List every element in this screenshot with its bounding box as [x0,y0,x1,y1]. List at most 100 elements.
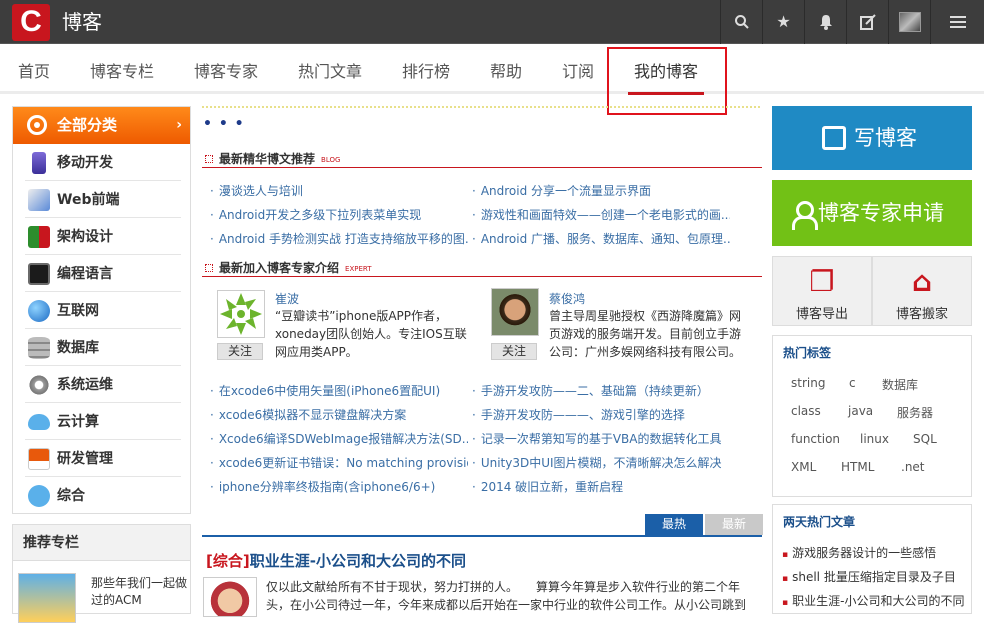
featured-link[interactable]: 游戏性和画面特效——创建一个老电影式的画... [472,206,730,223]
tag-link[interactable]: XML [791,460,816,474]
tag-link[interactable]: 数据库 [882,376,918,393]
expert-article-link[interactable]: 2014 破旧立新，重新启程 [472,478,730,495]
expert-article-link[interactable]: 记录一次帮第知写的基于VBA的数据转化工具 [472,430,730,447]
expert-tag: EXPERT [345,264,372,273]
blog-export-label: 博客导出 [795,307,848,322]
expert-article-link[interactable]: xcode6模拟器不显示键盘解决方案 [210,406,468,423]
expert-description: 曾主导周星驰授权《西游降魔篇》网页游戏的服务端开发。目前创立手游公司：广州多娱网… [549,309,742,359]
tag-link[interactable]: 服务器 [897,404,933,421]
edit-icon[interactable] [846,0,888,44]
write-blog-button[interactable]: 写博客 [772,106,972,170]
tag-link[interactable]: HTML [841,460,874,474]
expert-article-link[interactable]: Unity3D中UI图片模糊，不清晰解决怎么解决 [472,454,730,471]
top-bar: C 博客 ★ [0,0,984,44]
blog-move-button[interactable]: ⌂ 博客搬家 [872,256,972,326]
column-thumbnail[interactable] [18,573,76,623]
star-icon[interactable]: ★ [762,0,804,44]
chat-bubble-icon [28,485,50,507]
experts-title-text: 最新加入博客专家介绍 [219,261,340,275]
blog-export-button[interactable]: ❐ 博客导出 [772,256,872,326]
tag-link[interactable]: function [791,432,840,446]
nav-ranking[interactable]: 排行榜 [402,58,450,82]
user-icon [792,201,818,230]
brand-title[interactable]: 博客 [62,8,102,36]
category-programming[interactable]: 编程语言 [25,256,181,292]
section-rule [202,167,762,168]
featured-link[interactable]: 漫谈选人与培训 [210,182,468,199]
expert-name[interactable]: 崔波 [275,290,299,307]
tag-link[interactable]: string [791,376,825,390]
category-label: Web前端 [57,192,120,208]
hot-article-link[interactable]: 职业生涯-小公司和大公司的不同 [782,592,972,609]
category-general[interactable]: 综合 [25,478,181,514]
tag-link[interactable]: java [848,404,873,418]
article-title[interactable]: [综合]职业生涯-小公司和大公司的不同 [206,550,466,571]
write-blog-label: 写博客 [854,126,917,150]
all-categories-header[interactable]: 全部分类 › [13,107,190,144]
follow-button[interactable]: 关注 [217,343,263,360]
highlight-annotation [607,47,727,115]
category-web[interactable]: Web前端 [25,182,181,218]
category-cloud[interactable]: 云计算 [25,404,181,440]
more-dots[interactable]: • • • [203,116,245,132]
article-title-text[interactable]: 职业生涯-小公司和大公司的不同 [250,552,466,570]
phone-icon [32,152,46,174]
pencil-square-icon [822,126,846,150]
tag-link[interactable]: .net [901,460,925,474]
experts-section-title: 最新加入博客专家介绍 EXPERT [205,259,372,276]
category-label: 编程语言 [57,266,113,282]
bell-icon[interactable] [804,0,846,44]
blocks-icon [28,226,50,248]
recommended-title: 推荐专栏 [13,525,190,561]
expert-article-link[interactable]: Xcode6编译SDWebImage报错解决方法(SD... [210,430,468,447]
expert-article-link[interactable]: 手游开发攻防——二、基础篇（持续更新） [472,382,730,399]
terminal-icon [28,263,50,285]
main-nav: 首页 博客专栏 博客专家 热门文章 排行榜 帮助 订阅 我的博客 [0,44,984,95]
tdd-icon [28,448,50,470]
category-label: 综合 [57,488,85,504]
nav-help[interactable]: 帮助 [490,58,522,82]
nav-subscribe[interactable]: 订阅 [562,58,594,82]
featured-link[interactable]: Android 手势检测实战 打造支持缩放平移的图... [210,230,468,247]
category-architecture[interactable]: 架构设计 [25,219,181,255]
expert-name[interactable]: 蔡俊鸿 [549,290,585,307]
category-internet[interactable]: 互联网 [25,293,181,329]
article-author-avatar[interactable] [203,577,257,617]
column-link[interactable]: 那些年我们一起做过的ACM [91,575,187,609]
featured-link[interactable]: Android 广播、服务、数据库、通知、包原理... [472,230,730,247]
nav-experts[interactable]: 博客专家 [194,58,258,82]
csdn-logo[interactable]: C [12,4,50,41]
nav-hot-articles[interactable]: 热门文章 [298,58,362,82]
nav-columns[interactable]: 博客专栏 [90,58,154,82]
category-ops[interactable]: 系统运维 [25,367,181,403]
cloud-icon [28,414,50,430]
expert-article-link[interactable]: 手游开发攻防———、游戏引擎的选择 [472,406,730,423]
tag-link[interactable]: linux [860,432,889,446]
user-avatar[interactable] [888,0,930,44]
tag-link[interactable]: SQL [913,432,937,446]
tag-link[interactable]: class [791,404,821,418]
tab-newest[interactable]: 最新 [705,514,763,535]
follow-button[interactable]: 关注 [491,343,537,360]
category-rd-management[interactable]: 研发管理 [25,441,181,477]
hot-article-link[interactable]: shell 批量压缩指定目录及子目 [782,568,972,585]
nav-home[interactable]: 首页 [18,58,50,82]
tag-link[interactable]: c [849,376,856,390]
hot-article-link[interactable]: 游戏服务器设计的一些感悟 [782,544,972,561]
expert-avatar[interactable] [217,290,265,338]
category-database[interactable]: 数据库 [25,330,181,366]
expert-avatar[interactable] [491,288,539,336]
expert-description: “豆瓣读书”iphone版APP作者，xoneday团队创始人。专注IOS互联网… [275,309,467,359]
expert-article-link[interactable]: 在xcode6中使用矢量图(iPhone6置配UI) [210,382,468,399]
search-icon[interactable] [720,0,762,44]
featured-link[interactable]: Android 分享一个流量显示界面 [472,182,730,199]
category-label: 架构设计 [57,229,113,245]
category-panel: 全部分类 › 移动开发 Web前端 架构设计 编程语言 互联网 数据库 系统运维… [12,106,191,514]
menu-icon[interactable] [930,0,984,44]
featured-link[interactable]: Android开发之多级下拉列表菜单实现 [210,206,468,223]
expert-article-link[interactable]: iphone分辨率终极指南(含iphone6/6+) [210,478,468,495]
expert-article-link[interactable]: xcode6更新证书错误：No matching provisio... [210,454,468,471]
tab-hottest[interactable]: 最热 [645,514,703,535]
article-category[interactable]: [综合] [206,552,250,570]
category-mobile[interactable]: 移动开发 [25,145,181,181]
